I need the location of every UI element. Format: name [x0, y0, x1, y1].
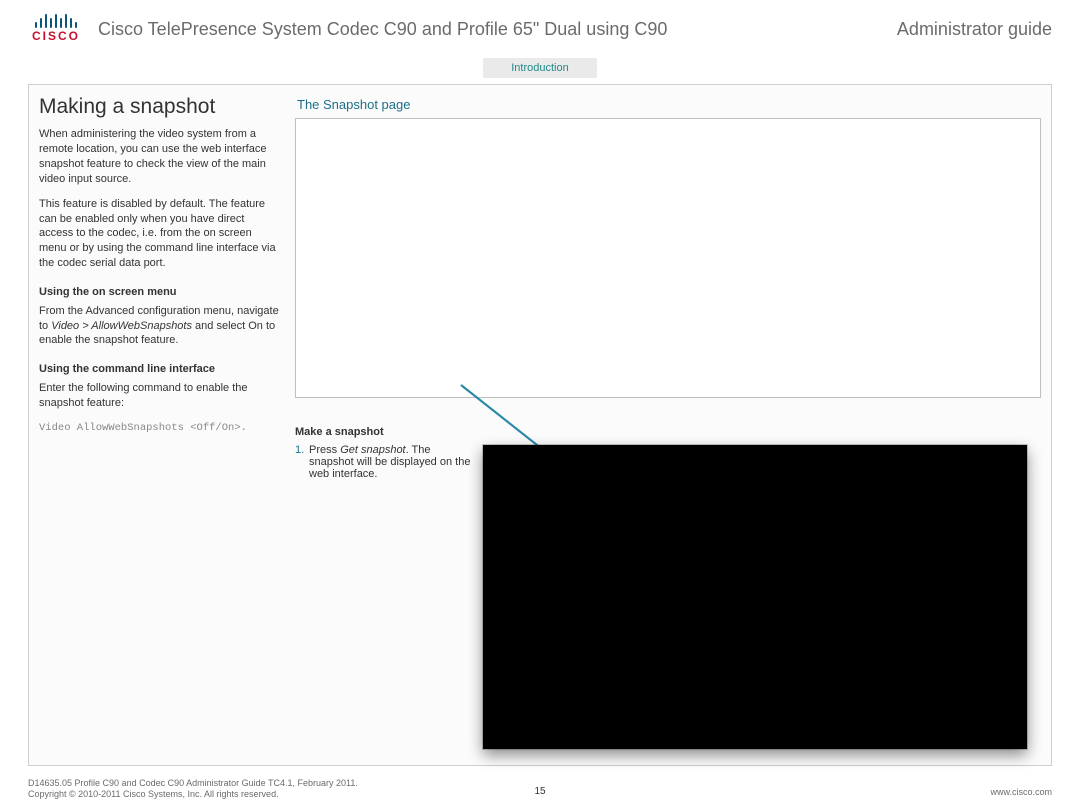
document-title: Cisco TelePresence System Codec C90 and … — [98, 19, 897, 40]
page-footer: D14635.05 Profile C90 and Codec C90 Admi… — [28, 778, 1052, 801]
footer-docid: D14635.05 Profile C90 and Codec C90 Admi… — [28, 778, 510, 790]
step-text-emphasis: Get snapshot — [340, 444, 405, 456]
step-number: 1. — [295, 444, 309, 480]
subnav: Introduction — [0, 58, 1080, 78]
footer-url: www.cisco.com — [570, 787, 1052, 801]
intro-paragraph-2: This feature is disabled by default. The… — [39, 197, 279, 271]
document-subtitle: Administrator guide — [897, 19, 1052, 40]
steps-block: Make a snapshot 1. Press Get snapshot. T… — [295, 426, 475, 480]
snapshot-empty-frame — [295, 118, 1041, 398]
cli-command: Video AllowWebSnapshots <Off/On>. — [39, 421, 279, 435]
footer-left: D14635.05 Profile C90 and Codec C90 Admi… — [28, 778, 510, 801]
subheading-cli: Using the command line interface — [39, 362, 279, 377]
cisco-logo: CISCO — [28, 12, 84, 43]
right-column: The Snapshot page Make a snapshot 1. Pre… — [295, 93, 1041, 755]
snapshot-preview-dark — [483, 445, 1027, 749]
step-text-a: Press — [309, 444, 340, 456]
tab-introduction[interactable]: Introduction — [483, 58, 596, 78]
cli-paragraph: Enter the following command to enable th… — [39, 381, 279, 411]
subheading-onscreen-menu: Using the on screen menu — [39, 285, 279, 300]
cisco-logo-text: CISCO — [28, 29, 84, 43]
snapshot-panel-title: The Snapshot page — [297, 97, 1041, 112]
footer-page-number: 15 — [510, 786, 570, 801]
onscreen-menu-paragraph: From the Advanced configuration menu, na… — [39, 304, 279, 349]
steps-heading: Make a snapshot — [295, 426, 475, 438]
intro-paragraph-1: When administering the video system from… — [39, 127, 279, 186]
p3-path-emphasis: Video > AllowWebSnapshots — [51, 320, 192, 332]
cisco-logo-bars-icon — [28, 12, 84, 28]
left-column: Making a snapshot When administering the… — [39, 93, 295, 755]
page-header: CISCO Cisco TelePresence System Codec C9… — [0, 0, 1080, 48]
footer-copyright: Copyright © 2010-2011 Cisco Systems, Inc… — [28, 789, 510, 801]
section-heading: Making a snapshot — [39, 93, 279, 121]
step-text: Press Get snapshot. The snapshot will be… — [309, 444, 475, 480]
step-1: 1. Press Get snapshot. The snapshot will… — [295, 444, 475, 480]
content-frame: Making a snapshot When administering the… — [28, 84, 1052, 766]
